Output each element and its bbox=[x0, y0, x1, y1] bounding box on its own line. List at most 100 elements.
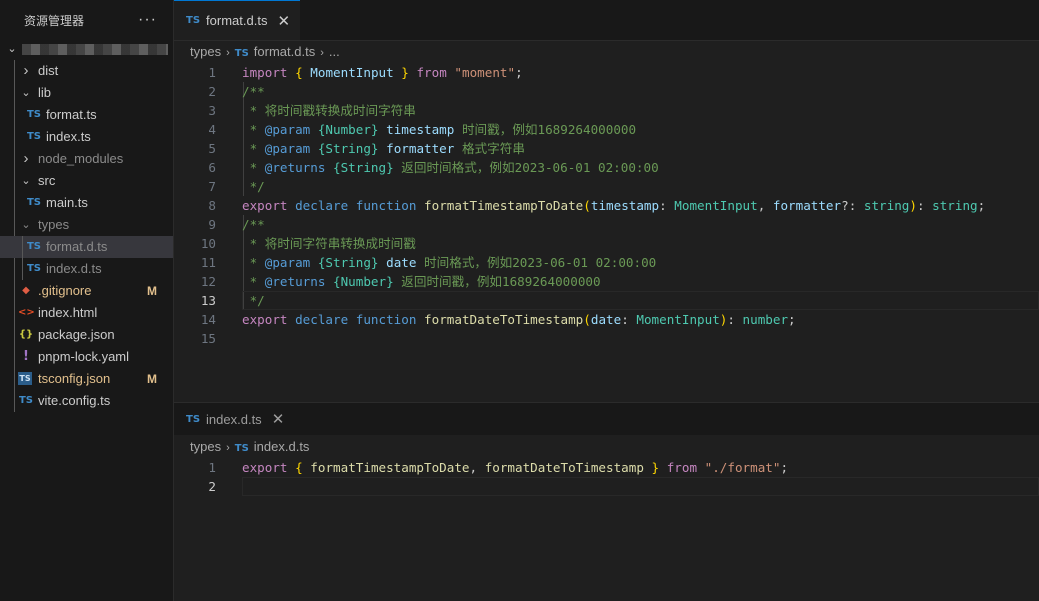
editor-tabbar: TS format.d.ts ✕ bbox=[174, 0, 1039, 41]
code-token: */ bbox=[242, 179, 265, 194]
code-token: : bbox=[727, 312, 743, 327]
breadcrumb-folder[interactable]: types bbox=[190, 44, 221, 59]
breadcrumb-file[interactable]: index.d.ts bbox=[254, 439, 310, 454]
tsconfig-icon: TS bbox=[18, 372, 32, 385]
code-line[interactable]: 9 /** bbox=[174, 215, 1039, 234]
code-token: 返回时间格式，例如2023-06-01 02:00:00 bbox=[393, 160, 659, 175]
code-editor-index[interactable]: 1 export { formatTimestampToDate, formatD… bbox=[174, 458, 1039, 518]
tree-file-pnpm-lock[interactable]: ! pnpm-lock.yaml bbox=[0, 346, 173, 368]
code-token: import bbox=[242, 65, 288, 80]
code-token: from bbox=[416, 65, 447, 80]
breadcrumb-symbol[interactable]: ... bbox=[329, 44, 340, 59]
code-token: export bbox=[242, 198, 288, 213]
code-line[interactable]: 3 * 将时间戳转换成时间字符串 bbox=[174, 101, 1039, 120]
tree-label: index.ts bbox=[46, 129, 91, 144]
code-text: export declare function formatTimestampT… bbox=[242, 196, 985, 215]
tree-file-index-html[interactable]: <> index.html bbox=[0, 302, 173, 324]
tree-folder-lib[interactable]: ⌄ lib bbox=[0, 82, 173, 104]
code-line[interactable]: 14 export declare function formatDateToTi… bbox=[174, 310, 1039, 329]
tree-folder-dist[interactable]: › dist bbox=[0, 60, 173, 82]
tree-file-tsconfig[interactable]: TS tsconfig.json M bbox=[0, 368, 173, 390]
typescript-icon: TS bbox=[234, 48, 249, 59]
editor-group-2: TS index.d.ts ✕ types › TS index.d.ts 1 expo… bbox=[174, 403, 1039, 601]
breadcrumb-file[interactable]: format.d.ts bbox=[254, 44, 315, 59]
breadcrumb-folder[interactable]: types bbox=[190, 439, 221, 454]
code-line[interactable]: 11 * @param {String} date 时间格式，例如2023-06… bbox=[174, 253, 1039, 272]
line-number: 6 bbox=[208, 160, 216, 175]
tree-label: dist bbox=[38, 63, 59, 78]
code-line[interactable]: 4 * @param {Number} timestamp 时间戳，例如1689… bbox=[174, 120, 1039, 139]
code-line[interactable]: 1 export { formatTimestampToDate, formatD… bbox=[174, 458, 1039, 477]
line-number: 10 bbox=[200, 236, 216, 251]
code-line[interactable]: 15 bbox=[174, 329, 1039, 348]
code-line[interactable]: 8 export declare function formatTimestamp… bbox=[174, 196, 1039, 215]
tab-format-d-ts[interactable]: TS format.d.ts ✕ bbox=[174, 0, 301, 40]
code-token: declare bbox=[295, 198, 349, 213]
code-text: export { formatTimestampToDate, formatDa… bbox=[242, 458, 788, 477]
tree-label: format.d.ts bbox=[46, 239, 108, 254]
code-token: {String} bbox=[317, 141, 379, 156]
code-line[interactable]: 10 * 将时间字符串转换成时间戳 bbox=[174, 234, 1039, 253]
chevron-down-icon: ⌄ bbox=[21, 87, 31, 99]
tree-file-gitignore[interactable]: ◆ .gitignore M bbox=[0, 280, 173, 302]
code-line[interactable]: 2 /** bbox=[174, 82, 1039, 101]
tree-file-format-d-ts[interactable]: TS format.d.ts bbox=[0, 236, 173, 258]
code-token: date bbox=[590, 312, 622, 327]
code-line[interactable]: 2 bbox=[174, 477, 1039, 496]
code-line[interactable]: 1 import { MomentInput } from "moment"; bbox=[174, 63, 1039, 82]
chevron-right-icon: › bbox=[226, 47, 230, 59]
line-number: 9 bbox=[208, 217, 216, 232]
code-token: declare bbox=[295, 312, 349, 327]
code-token: * bbox=[242, 255, 265, 270]
line-number: 2 bbox=[208, 479, 216, 494]
code-token: MomentInput bbox=[310, 65, 394, 80]
code-text: */ bbox=[242, 291, 265, 310]
tab-index-d-ts[interactable]: TS index.d.ts ✕ bbox=[174, 403, 294, 435]
tree-file-index-ts[interactable]: TS index.ts bbox=[0, 126, 173, 148]
code-line[interactable]: 13 */ bbox=[174, 291, 1039, 310]
code-line[interactable]: 12 * @returns {Number} 返回时间戳，例如168926400… bbox=[174, 272, 1039, 291]
code-token: number bbox=[742, 312, 789, 327]
chevron-right-icon: › bbox=[23, 62, 29, 79]
code-token: : bbox=[621, 312, 637, 327]
tree-folder-node-modules[interactable]: › node_modules bbox=[0, 148, 173, 170]
code-token: 格式字符串 bbox=[454, 141, 525, 156]
tree-folder-src[interactable]: ⌄ src bbox=[0, 170, 173, 192]
code-token: /** bbox=[242, 84, 265, 99]
code-line[interactable]: 5 * @param {String} formatter 格式字符串 bbox=[174, 139, 1039, 158]
close-icon[interactable]: ✕ bbox=[277, 12, 290, 30]
code-token: , bbox=[757, 198, 773, 213]
code-token: 返回时间戳，例如1689264000000 bbox=[393, 274, 601, 289]
code-token: * bbox=[242, 274, 265, 289]
code-line[interactable]: 6 * @returns {String} 返回时间格式，例如2023-06-0… bbox=[174, 158, 1039, 177]
code-token: @param bbox=[264, 141, 311, 156]
tree-folder-types[interactable]: ⌄ types bbox=[0, 214, 173, 236]
tree-file-index-d-ts[interactable]: TS index.d.ts bbox=[0, 258, 173, 280]
tree-file-vite-config[interactable]: TS vite.config.ts bbox=[0, 390, 173, 412]
code-text: * @returns {Number} 返回时间戳，例如168926400000… bbox=[242, 272, 601, 291]
tree-label: src bbox=[38, 173, 56, 188]
code-token: : bbox=[659, 198, 675, 213]
workspace-root[interactable]: ⌄ bbox=[0, 38, 173, 60]
tree-file-main-ts[interactable]: TS main.ts bbox=[0, 192, 173, 214]
code-token: */ bbox=[242, 293, 265, 308]
close-icon[interactable]: ✕ bbox=[272, 410, 285, 428]
more-actions-button[interactable]: ··· bbox=[138, 11, 157, 29]
code-token: date bbox=[386, 255, 417, 270]
tree-label: package.json bbox=[38, 327, 115, 342]
code-line[interactable]: 7 */ bbox=[174, 177, 1039, 196]
line-number: 12 bbox=[200, 274, 216, 289]
tree-label: lib bbox=[38, 85, 52, 100]
code-token: formatDateToTimestamp bbox=[484, 460, 644, 475]
tree-file-format-ts[interactable]: TS format.ts bbox=[0, 104, 173, 126]
code-editor-format[interactable]: 1 import { MomentInput } from "moment"; 2 /… bbox=[174, 63, 1039, 363]
code-token: } bbox=[401, 65, 409, 80]
tree-file-package-json[interactable]: {} package.json bbox=[0, 324, 173, 346]
code-token: MomentInput bbox=[674, 198, 758, 213]
